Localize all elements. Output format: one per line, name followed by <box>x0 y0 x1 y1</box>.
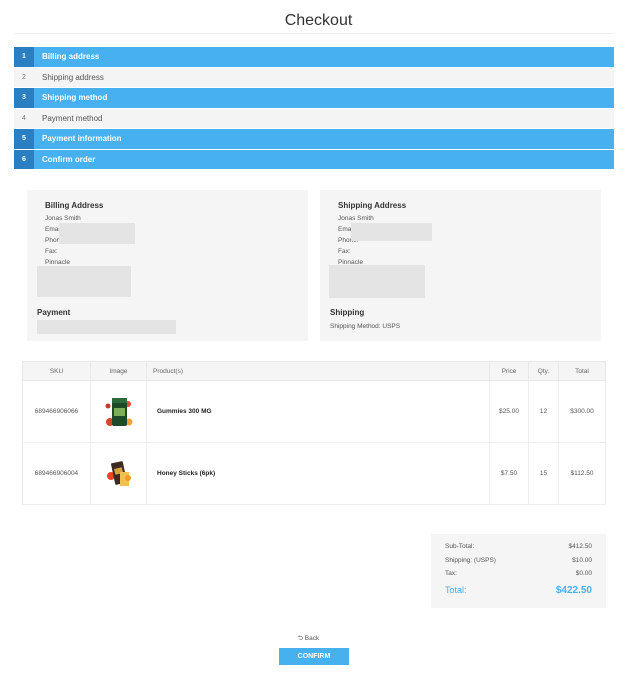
confirm-button[interactable]: CONFIRM <box>279 648 349 665</box>
step-label: Billing address <box>42 52 100 62</box>
step-label: Payment information <box>42 134 122 144</box>
table-header-row: SKU Image Product(s) Price Qty. Total <box>22 361 606 381</box>
step-billing-address[interactable]: 1 Billing address <box>14 47 614 68</box>
step-label: Shipping address <box>42 72 104 82</box>
shipping-method-heading: Shipping <box>330 308 365 317</box>
redacted-payment <box>37 320 176 334</box>
redacted-contact <box>59 223 135 244</box>
grand-total-row: Total: $422.50 <box>445 585 592 599</box>
checkout-steps: 1 Billing address 2 Shipping address 3 S… <box>14 47 614 170</box>
cell-product[interactable]: Gummies 300 MG <box>146 380 490 443</box>
shipping-value: $10.00 <box>572 556 592 564</box>
billing-address-panel: Billing Address Jonas Smith Email: Phone… <box>27 190 308 341</box>
total-label: Total: <box>445 584 467 595</box>
col-price: Price <box>489 361 529 381</box>
cell-qty: 15 <box>528 442 559 505</box>
step-label: Confirm order <box>42 154 96 164</box>
tax-label: Tax: <box>445 570 457 577</box>
table-row: 689466906004 Honey Sticks (6pk) $7.50 15… <box>22 442 606 505</box>
step-number: 3 <box>14 88 34 108</box>
shipping-fax-label: Fax: <box>338 248 351 255</box>
back-arrow-icon: ⮌ <box>297 635 303 642</box>
product-image-gummies[interactable] <box>104 392 134 432</box>
col-qty: Qty. <box>528 361 559 381</box>
total-value: $422.50 <box>555 584 592 596</box>
step-number: 1 <box>14 47 34 67</box>
shipping-address-panel: Shipping Address Jonas Smith Email: Phon… <box>320 190 601 341</box>
step-payment-information[interactable]: 5 Payment information <box>14 129 614 150</box>
redacted-address <box>37 266 131 297</box>
step-number: 5 <box>14 129 34 149</box>
cell-total: $112.50 <box>558 442 606 505</box>
redacted-address <box>329 265 425 298</box>
tax-value: $0.00 <box>575 570 592 577</box>
subtotal-row: Sub-Total: $412.50 <box>445 543 592 557</box>
cell-qty: 12 <box>528 380 559 443</box>
shipping-row: Shipping: (USPS) $10.00 <box>445 557 592 571</box>
cell-total: $300.00 <box>558 380 606 443</box>
col-total: Total <box>558 361 606 381</box>
step-payment-method[interactable]: 4 Payment method <box>14 108 614 129</box>
tax-row: Tax: $0.00 <box>445 570 592 584</box>
shipping-heading: Shipping Address <box>338 201 407 210</box>
cell-image <box>90 380 147 443</box>
cell-price: $25.00 <box>489 380 529 443</box>
back-link[interactable]: ⮌ Back <box>0 634 617 645</box>
order-totals-panel: Sub-Total: $412.50 Shipping: (USPS) $10.… <box>431 534 606 608</box>
col-image: Image <box>90 361 147 381</box>
cell-image <box>90 442 147 505</box>
cell-product[interactable]: Honey Sticks (6pk) <box>146 442 490 505</box>
billing-heading: Billing Address <box>45 201 104 210</box>
page-title: Checkout <box>284 12 353 29</box>
cell-sku: 689466906066 <box>22 380 91 443</box>
billing-fax-label: Fax: <box>45 248 58 255</box>
col-sku: SKU <box>22 361 91 381</box>
title-divider <box>14 33 614 34</box>
subtotal-label: Sub-Total: <box>445 543 475 550</box>
cell-sku: 689466906004 <box>22 442 91 505</box>
subtotal-value: $412.50 <box>568 543 593 550</box>
table-row: 689466906066 Gummies 300 MG $25.00 12 $3… <box>22 380 606 443</box>
step-number: 4 <box>22 114 26 122</box>
step-number: 6 <box>14 149 34 169</box>
step-shipping-method[interactable]: 3 Shipping method <box>14 88 614 109</box>
payment-heading: Payment <box>37 308 71 317</box>
cell-price: $7.50 <box>489 442 529 505</box>
shipping-method-text: Shipping Method: USPS <box>330 323 401 330</box>
step-shipping-address[interactable]: 2 Shipping address <box>14 67 614 88</box>
back-label: Back <box>304 635 320 642</box>
shipping-label: Shipping: (USPS) <box>445 556 496 564</box>
product-image-honey-sticks[interactable] <box>104 454 134 494</box>
step-confirm-order[interactable]: 6 Confirm order <box>14 149 614 170</box>
step-label: Shipping method <box>42 93 108 103</box>
redacted-contact <box>351 223 432 241</box>
step-label: Payment method <box>42 113 103 123</box>
order-items-table: SKU Image Product(s) Price Qty. Total 68… <box>22 361 606 505</box>
step-number: 2 <box>22 73 26 81</box>
col-product: Product(s) <box>146 361 490 381</box>
